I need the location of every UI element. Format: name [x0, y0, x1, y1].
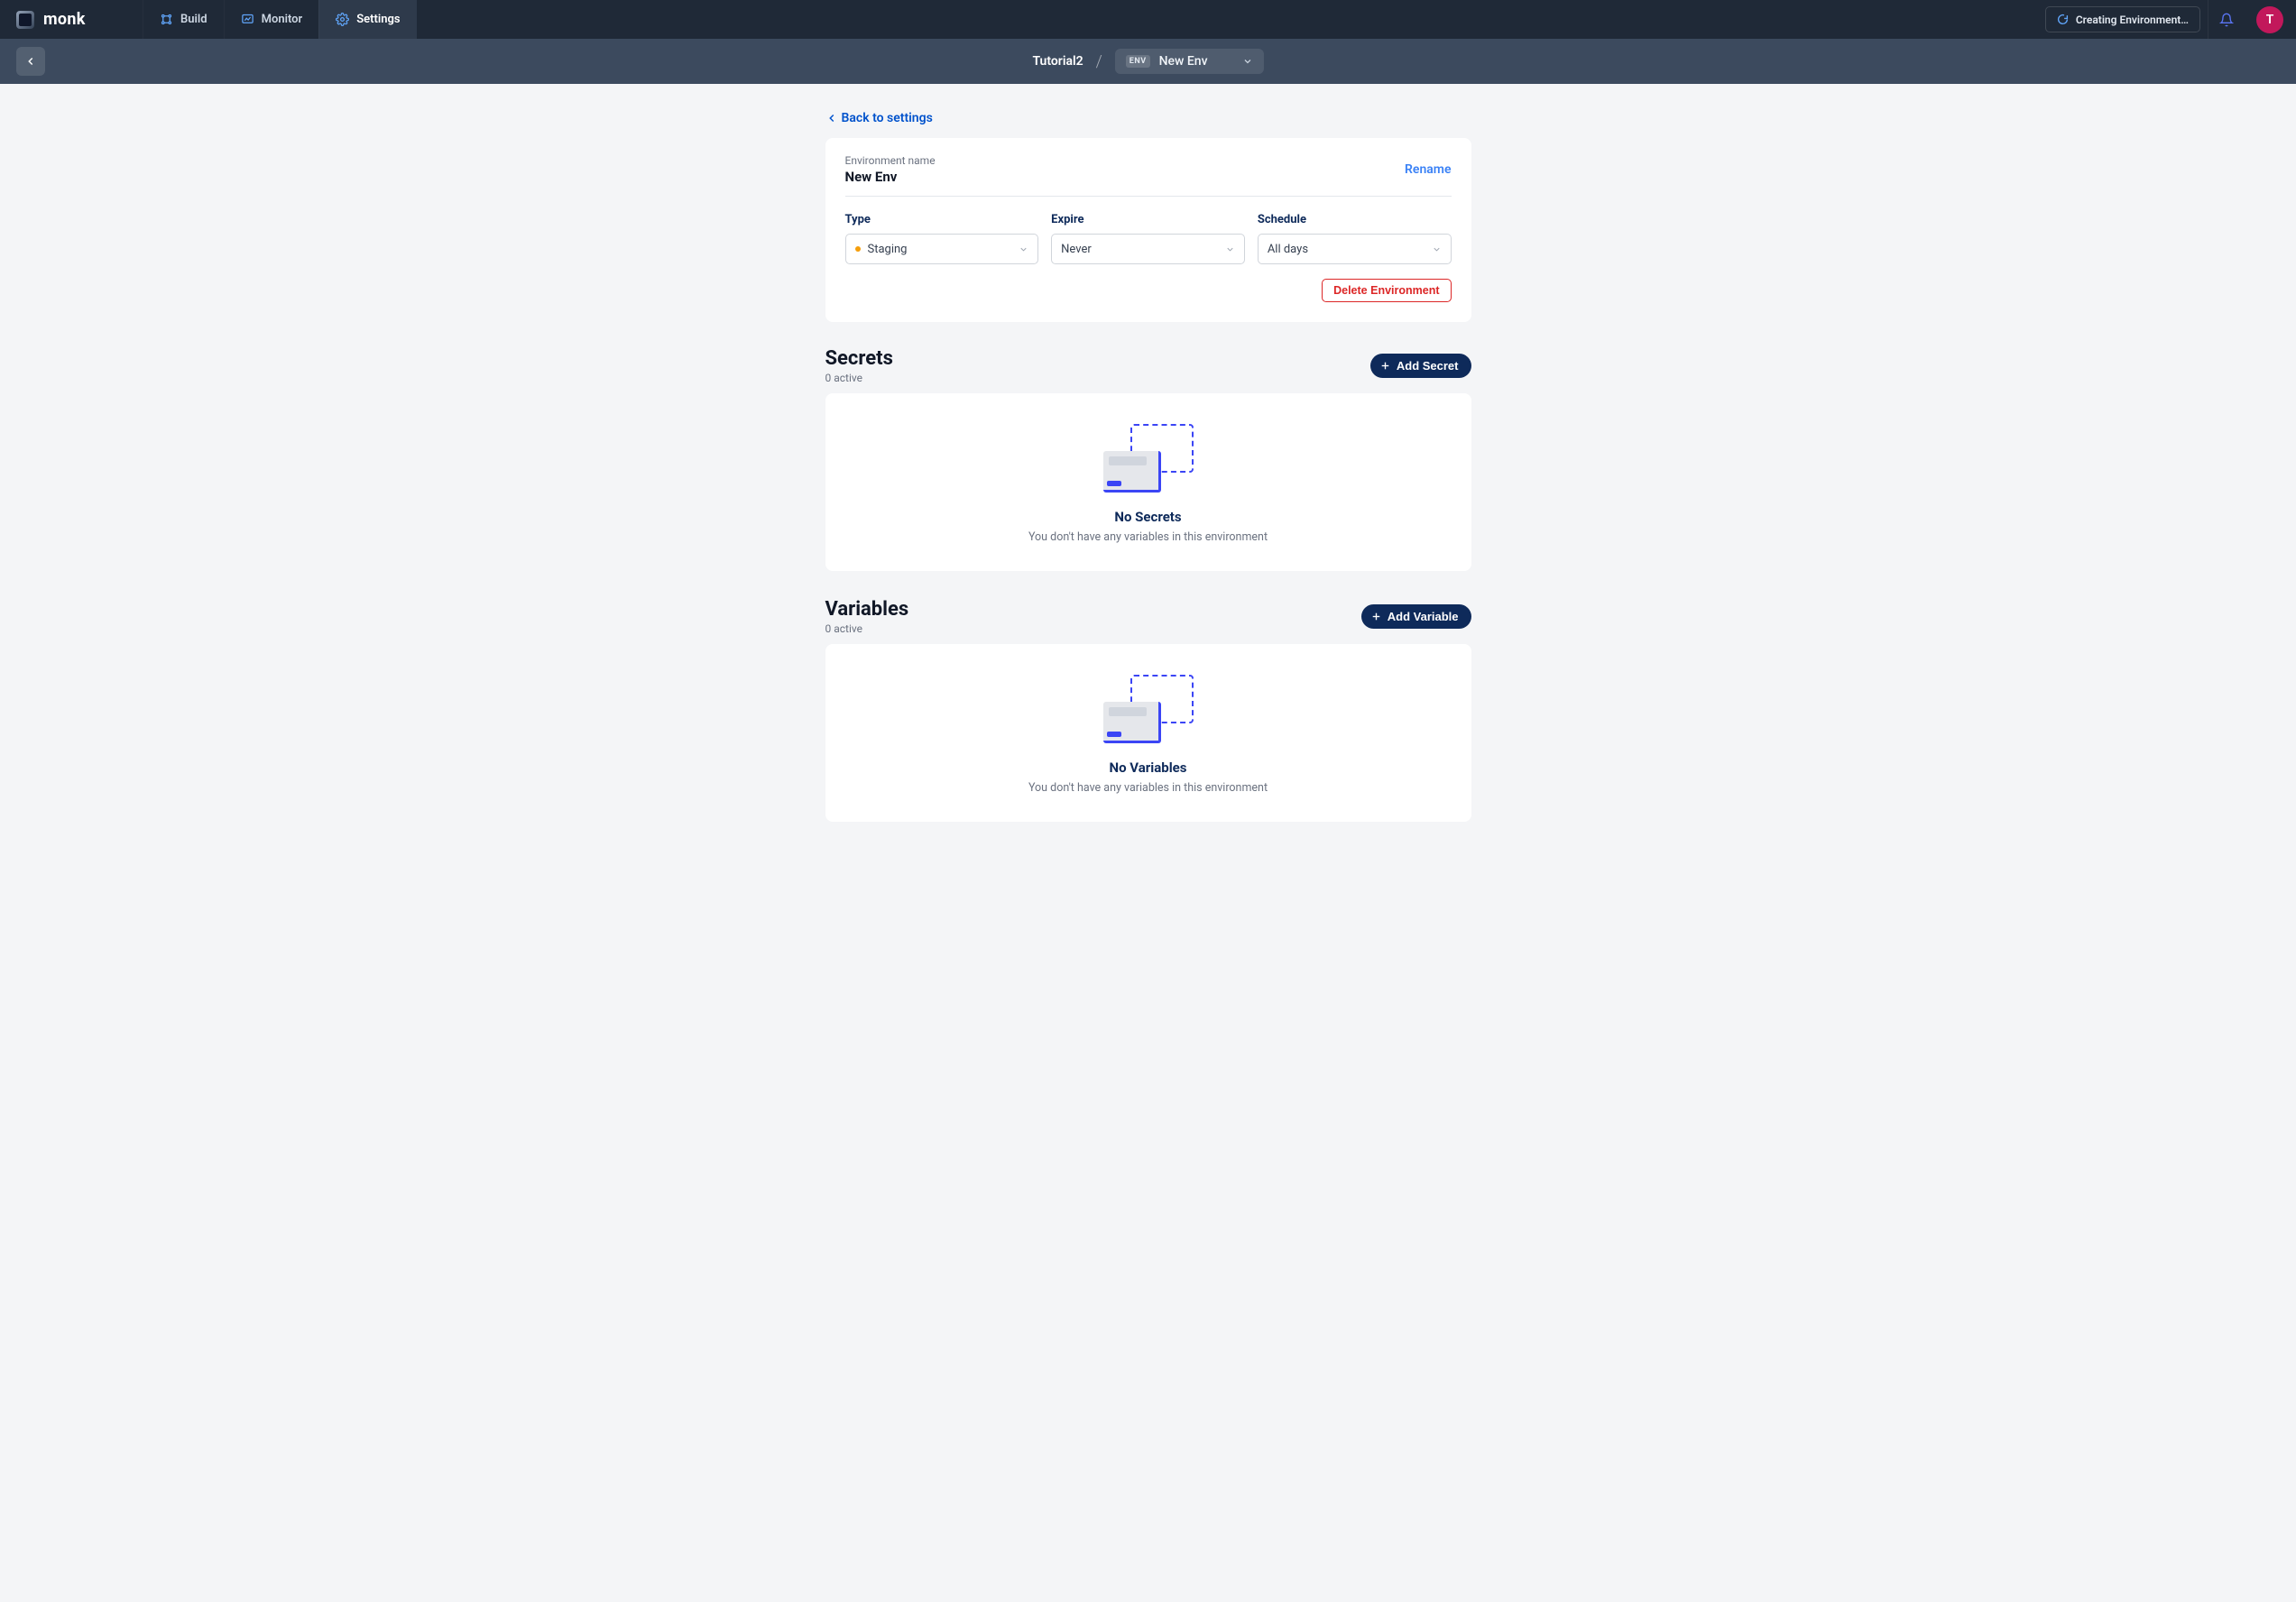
expire-field: Expire Never [1051, 213, 1245, 264]
top-nav: monk Build Monitor Settings Creating Env… [0, 0, 2296, 39]
plus-icon [1370, 611, 1382, 622]
nav-tabs: Build Monitor Settings [143, 0, 417, 39]
add-secret-button[interactable]: Add Secret [1370, 354, 1471, 378]
schedule-select[interactable]: All days [1258, 234, 1452, 264]
expire-select[interactable]: Never [1051, 234, 1245, 264]
main-content: Back to settings Environment name New En… [825, 84, 1471, 903]
nav-tab-build[interactable]: Build [143, 0, 224, 39]
nav-tab-settings[interactable]: Settings [318, 0, 416, 39]
variables-empty-state: No Variables You don't have any variable… [825, 644, 1471, 822]
chevron-left-icon [825, 112, 838, 124]
schedule-label: Schedule [1258, 213, 1452, 226]
empty-illustration-icon [1103, 424, 1194, 493]
monitor-icon [241, 13, 254, 26]
secrets-empty-sub: You don't have any variables in this env… [844, 530, 1453, 544]
staging-dot-icon [855, 246, 861, 252]
breadcrumb-project[interactable]: Tutorial2 [1032, 54, 1083, 69]
variables-header: Variables 0 active Add Variable [825, 598, 1471, 635]
avatar-initial: T [2266, 13, 2274, 27]
rename-link[interactable]: Rename [1405, 162, 1451, 177]
type-select[interactable]: Staging [845, 234, 1039, 264]
add-variable-button[interactable]: Add Variable [1361, 604, 1471, 629]
notifications-button[interactable] [2208, 0, 2244, 39]
plus-icon [1379, 360, 1391, 372]
chevron-left-icon [24, 55, 37, 68]
empty-illustration-icon [1103, 675, 1194, 743]
nav-tab-settings-label: Settings [356, 13, 400, 26]
secrets-title: Secrets [825, 347, 893, 370]
avatar-wrap: T [2244, 0, 2296, 39]
nav-tab-monitor[interactable]: Monitor [224, 0, 319, 39]
type-field: Type Staging [845, 213, 1039, 264]
brand[interactable]: monk [0, 0, 143, 39]
chevron-down-icon [1242, 56, 1253, 67]
type-label: Type [845, 213, 1039, 226]
brand-logo-icon [16, 11, 34, 29]
status-pill[interactable]: Creating Environment… [2045, 6, 2200, 32]
build-icon [160, 13, 173, 26]
secrets-header: Secrets 0 active Add Secret [825, 347, 1471, 384]
loading-icon [2057, 14, 2069, 25]
brand-name: monk [43, 10, 86, 29]
expire-label: Expire [1051, 213, 1245, 226]
avatar[interactable]: T [2256, 6, 2283, 33]
sub-header: Tutorial2 / ENV New Env [0, 39, 2296, 84]
env-selector-name: New Env [1159, 54, 1208, 69]
back-link-label: Back to settings [842, 111, 933, 125]
add-variable-label: Add Variable [1388, 610, 1459, 623]
variables-empty-sub: You don't have any variables in this env… [844, 781, 1453, 795]
secrets-subtitle: 0 active [825, 372, 893, 384]
expire-value: Never [1061, 243, 1092, 256]
breadcrumb: Tutorial2 / ENV New Env [1032, 49, 1263, 74]
secrets-empty-title: No Secrets [844, 509, 1453, 525]
nav-tab-build-label: Build [180, 13, 207, 26]
chevron-down-icon [1432, 244, 1442, 254]
status-text: Creating Environment… [2076, 14, 2189, 26]
env-name-value: New Env [845, 169, 936, 185]
secrets-empty-state: No Secrets You don't have any variables … [825, 393, 1471, 571]
nav-tab-monitor-label: Monitor [262, 13, 303, 26]
environment-card: Environment name New Env Rename Type Sta… [825, 138, 1471, 322]
bell-icon [2219, 13, 2234, 27]
schedule-value: All days [1268, 243, 1308, 256]
back-button[interactable] [16, 47, 45, 76]
variables-title: Variables [825, 598, 909, 621]
schedule-field: Schedule All days [1258, 213, 1452, 264]
settings-icon [336, 13, 349, 26]
add-secret-label: Add Secret [1397, 359, 1459, 373]
variables-subtitle: 0 active [825, 622, 909, 635]
breadcrumb-separator: / [1096, 52, 1102, 71]
back-to-settings-link[interactable]: Back to settings [825, 111, 933, 125]
chevron-down-icon [1019, 244, 1028, 254]
type-value: Staging [868, 243, 908, 256]
chevron-down-icon [1225, 244, 1235, 254]
environment-selector[interactable]: ENV New Env [1115, 49, 1264, 74]
env-badge: ENV [1126, 55, 1150, 68]
env-name-label: Environment name [845, 154, 936, 167]
variables-empty-title: No Variables [844, 760, 1453, 776]
delete-environment-button[interactable]: Delete Environment [1322, 279, 1451, 302]
